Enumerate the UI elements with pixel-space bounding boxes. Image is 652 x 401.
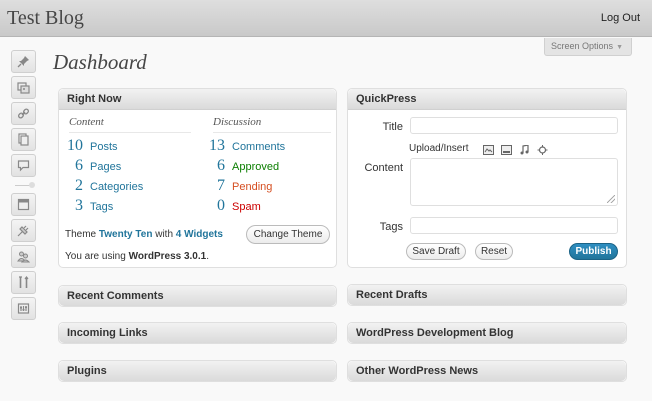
audio-icon[interactable]	[518, 144, 530, 155]
users-icon[interactable]	[11, 245, 36, 268]
version-prefix: You are using	[65, 251, 126, 262]
screen-options-button[interactable]: Screen Options ▼	[544, 38, 632, 56]
site-title[interactable]: Test Blog	[7, 7, 84, 30]
tools-icon[interactable]	[11, 271, 36, 294]
version-line: You are using WordPress 3.0.1.	[65, 251, 209, 262]
discussion-item-spam[interactable]: 0 Spam	[203, 197, 261, 215]
title-label: Title	[382, 121, 403, 133]
content-column: Content	[69, 116, 191, 133]
theme-with: with	[155, 229, 174, 240]
chevron-down-icon: ▼	[616, 44, 623, 51]
theme-line: Theme Twenty Ten with 4 Widgets	[65, 229, 223, 240]
theme-name-link[interactable]: Twenty Ten	[99, 229, 153, 240]
change-theme-button[interactable]: Change Theme	[246, 225, 330, 244]
content-item-pages[interactable]: 6 Pages	[59, 157, 121, 175]
right-now-box: Right Now Content Discussion 10 Posts 6 Pa…	[58, 88, 337, 268]
media-icon[interactable]	[11, 76, 36, 99]
incoming-links-box: Incoming Links	[58, 322, 337, 344]
plugins-box: Plugins	[58, 360, 337, 382]
widgets-link[interactable]: 4 Widgets	[176, 229, 223, 240]
quickpress-header[interactable]: QuickPress	[348, 89, 626, 110]
media-star-icon[interactable]	[536, 144, 548, 155]
publish-button[interactable]: Publish	[569, 243, 618, 260]
quickpress-box: QuickPress Title Upload/Insert Content T…	[347, 88, 627, 268]
plugins-header[interactable]: Plugins	[59, 361, 336, 381]
right-now-header[interactable]: Right Now	[59, 89, 336, 110]
recent-drafts-box: Recent Drafts	[347, 284, 627, 306]
incoming-links-header[interactable]: Incoming Links	[59, 323, 336, 343]
comments-icon[interactable]	[11, 154, 36, 177]
logout-link[interactable]: Log Out	[601, 12, 640, 24]
recent-drafts-header[interactable]: Recent Drafts	[348, 285, 626, 305]
theme-prefix: Theme	[65, 229, 97, 240]
discussion-heading: Discussion	[213, 116, 331, 133]
discussion-column: Discussion	[213, 116, 331, 133]
content-heading: Content	[69, 116, 191, 133]
reset-button[interactable]: Reset	[475, 243, 513, 260]
version-suffix: .	[206, 251, 209, 262]
plugins-icon[interactable]	[11, 219, 36, 242]
menu-separator	[11, 180, 36, 190]
recent-comments-box: Recent Comments	[58, 285, 337, 307]
content-item-tags[interactable]: 3 Tags	[59, 197, 113, 215]
other-wp-news-box: Other WordPress News	[347, 360, 627, 382]
title-input[interactable]	[410, 117, 618, 134]
link-icon[interactable]	[11, 102, 36, 125]
save-draft-button[interactable]: Save Draft	[406, 243, 466, 260]
settings-icon[interactable]	[11, 297, 36, 320]
appearance-icon[interactable]	[11, 193, 36, 216]
admin-menu	[11, 50, 36, 323]
content-textarea[interactable]	[410, 158, 618, 206]
wp-dev-blog-box: WordPress Development Blog	[347, 322, 627, 344]
upload-insert-label: Upload/Insert	[409, 143, 469, 154]
video-icon[interactable]	[500, 144, 512, 155]
pin-icon[interactable]	[11, 50, 36, 73]
tags-input[interactable]	[410, 217, 618, 234]
other-wp-news-header[interactable]: Other WordPress News	[348, 361, 626, 381]
pages-icon[interactable]	[11, 128, 36, 151]
admin-header: Test Blog Log Out	[0, 0, 652, 37]
content-item-posts[interactable]: 10 Posts	[59, 137, 118, 155]
discussion-item-comments[interactable]: 13 Comments	[203, 137, 285, 155]
wp-dev-blog-header[interactable]: WordPress Development Blog	[348, 323, 626, 343]
page-title: Dashboard	[53, 50, 147, 74]
content-label: Content	[364, 162, 403, 174]
image-icon[interactable]	[482, 144, 494, 155]
resize-handle[interactable]	[607, 195, 615, 203]
discussion-item-approved[interactable]: 6 Approved	[203, 157, 279, 175]
recent-comments-header[interactable]: Recent Comments	[59, 286, 336, 306]
discussion-item-pending[interactable]: 7 Pending	[203, 177, 272, 195]
tags-label: Tags	[379, 221, 403, 233]
version-value: WordPress 3.0.1	[128, 251, 207, 262]
screen-options-label: Screen Options	[551, 41, 614, 51]
content-item-categories[interactable]: 2 Categories	[59, 177, 143, 195]
